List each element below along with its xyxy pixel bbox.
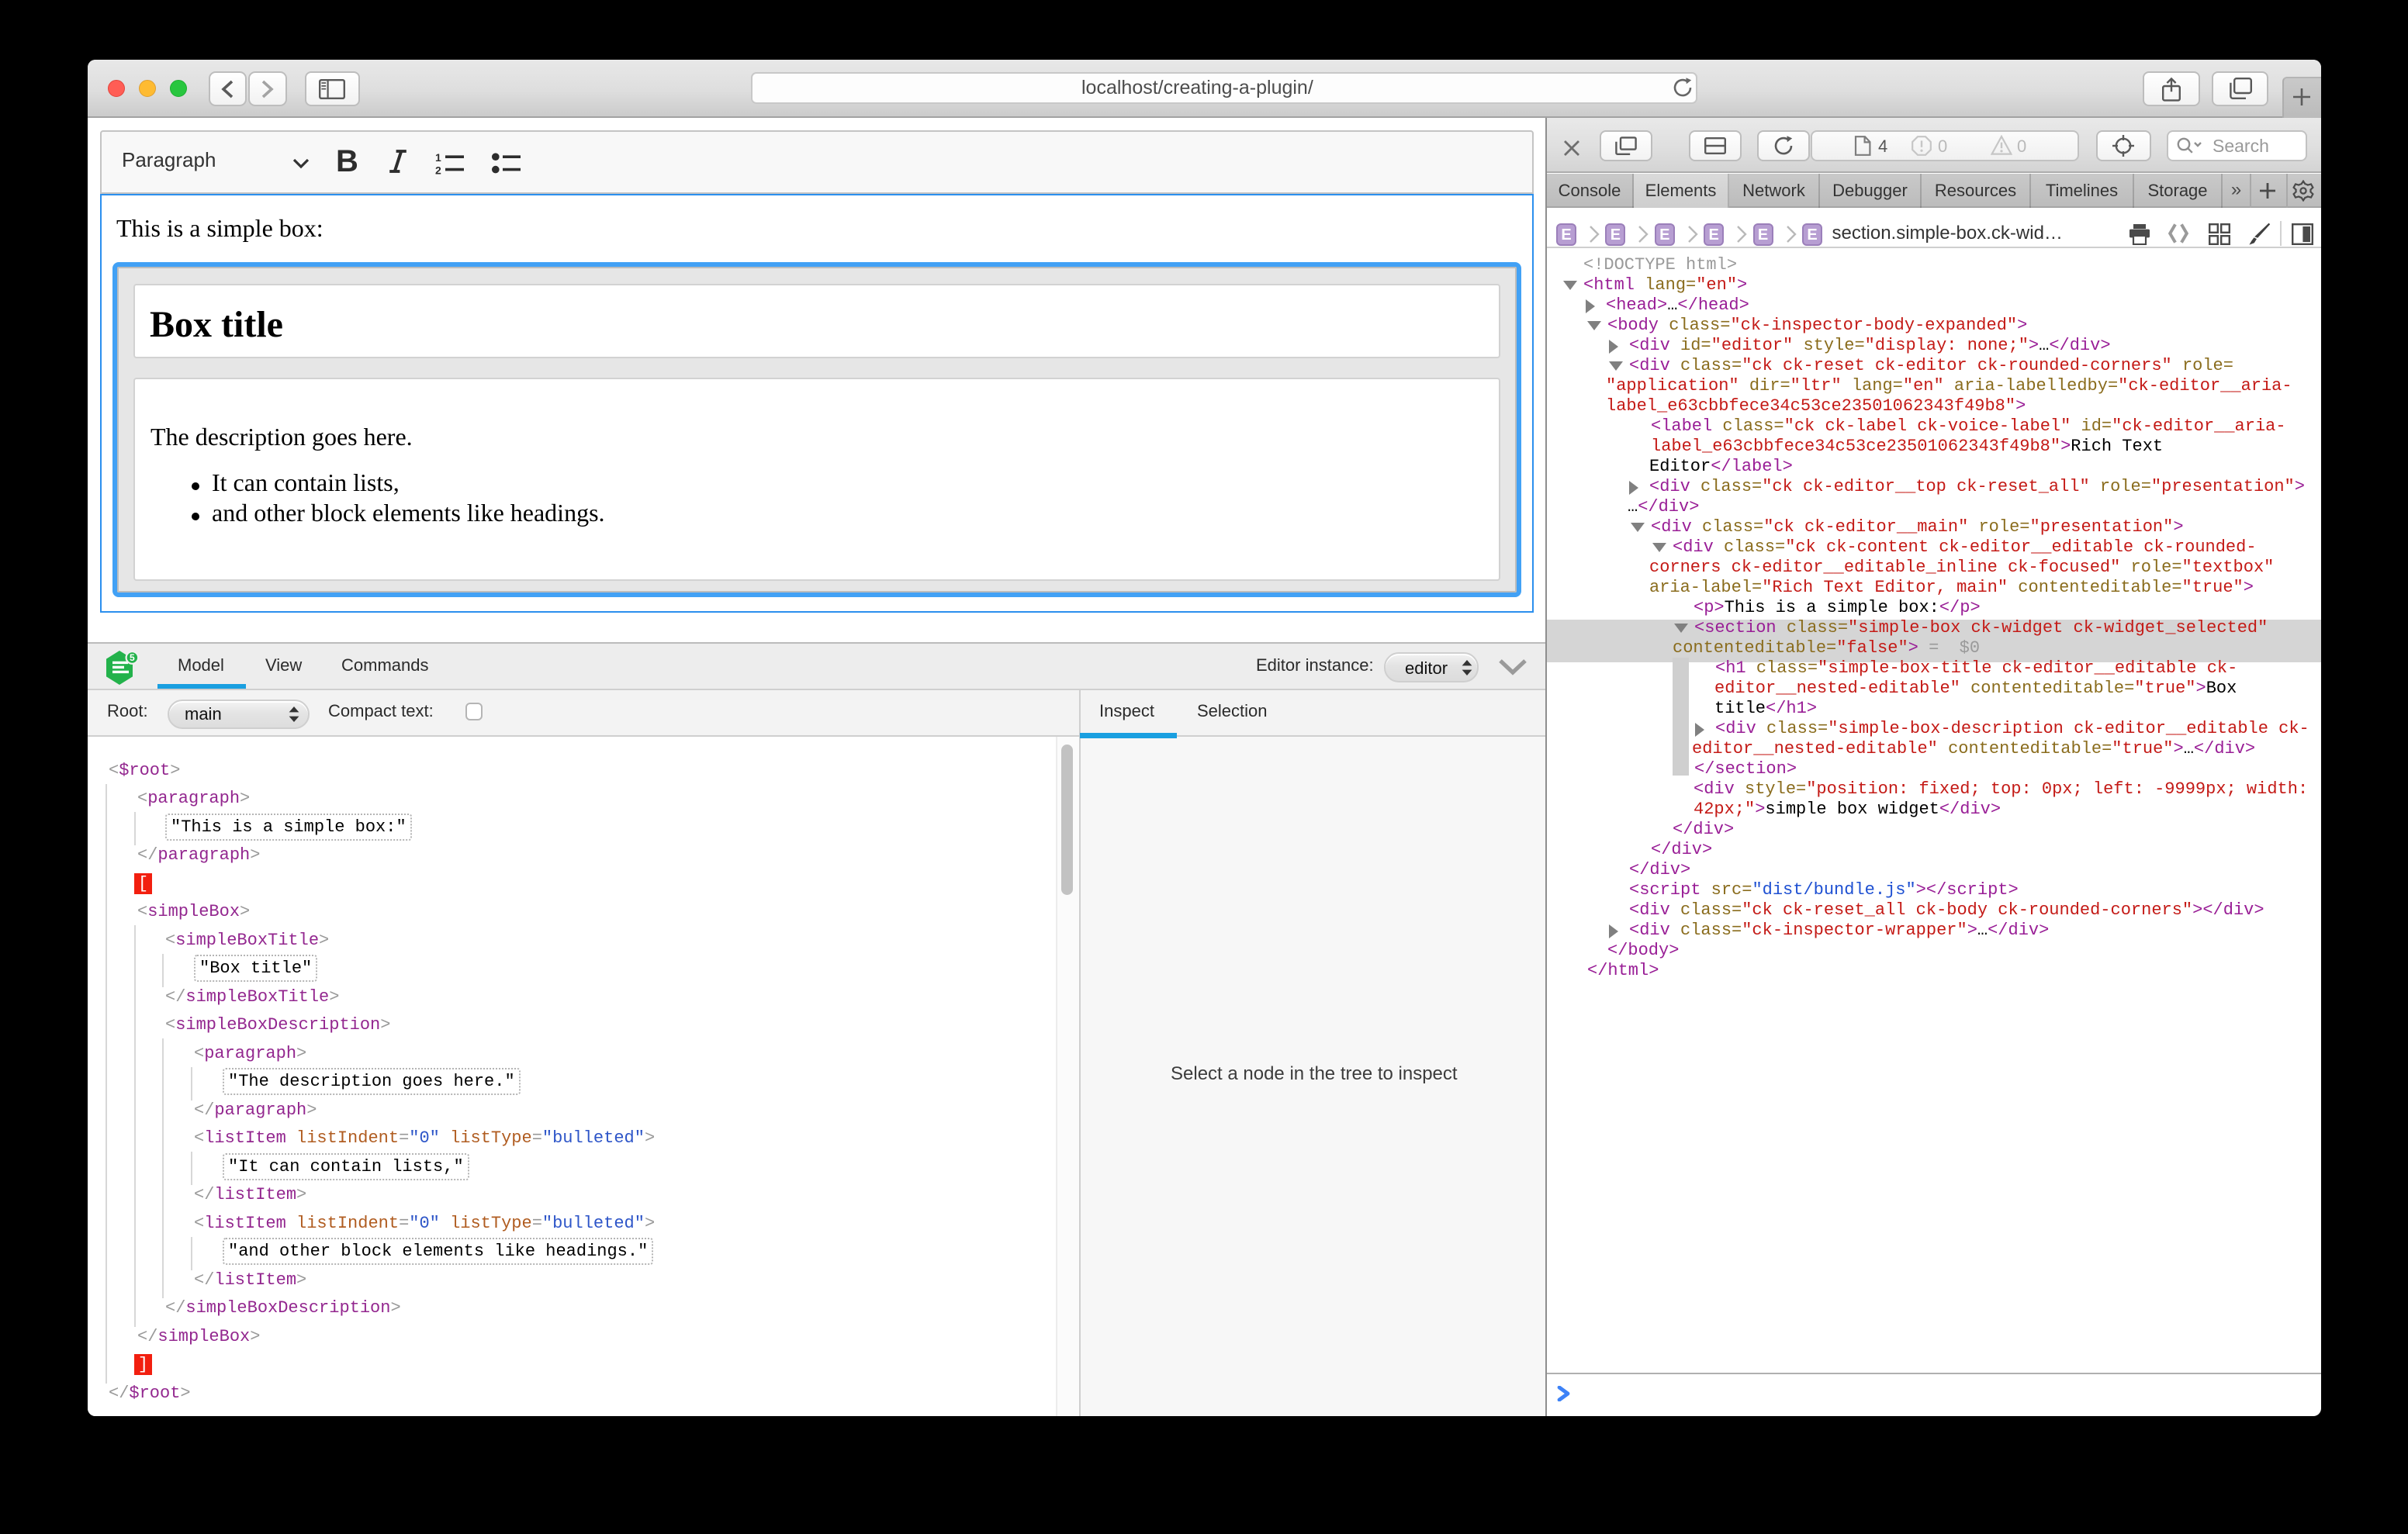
svg-text:2: 2 — [435, 164, 441, 174]
svg-text:5: 5 — [130, 652, 135, 663]
svg-text:1: 1 — [435, 151, 441, 164]
